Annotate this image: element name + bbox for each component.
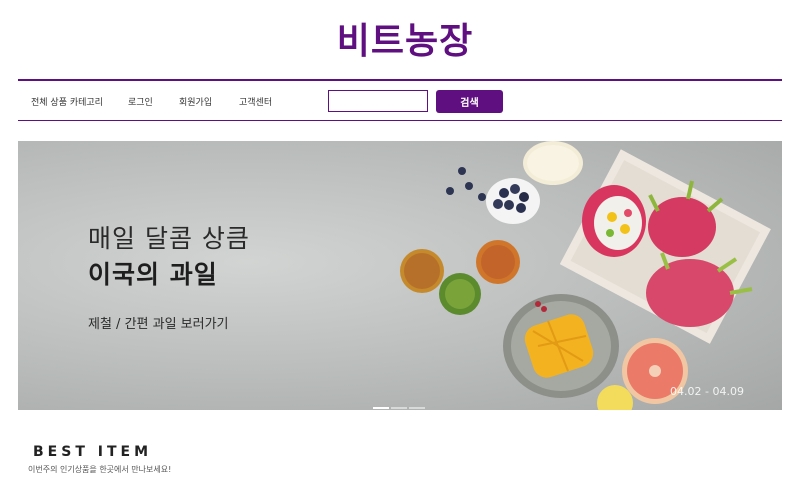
top-nav: 전체 상품 카테고리 로그인 회원가입 고객센터 검색	[18, 79, 782, 121]
banner-date-range: 04.02 - 04.09	[670, 385, 744, 398]
best-item-title: BEST ITEM	[33, 444, 152, 460]
banner-headline-2: 이국의 과일	[88, 260, 218, 289]
nav-signup[interactable]: 회원가입	[179, 95, 212, 108]
slide-dot-1[interactable]	[373, 407, 389, 409]
banner-cta-link[interactable]: 제철 / 간편 과일 보러가기	[88, 313, 229, 332]
slide-indicators	[373, 394, 427, 410]
nav-customer-center[interactable]: 고객센터	[239, 95, 272, 108]
nav-all-categories[interactable]: 전체 상품 카테고리	[31, 95, 103, 108]
search-button[interactable]: 검색	[436, 90, 503, 113]
site-logo[interactable]: 비트농장	[0, 12, 810, 64]
slide-dot-3[interactable]	[409, 407, 425, 409]
nav-login[interactable]: 로그인	[128, 95, 153, 108]
slide-dot-2[interactable]	[391, 407, 407, 409]
search-input[interactable]	[328, 90, 428, 112]
banner-headline-1: 매일 달콤 상큼	[88, 224, 250, 253]
hero-banner[interactable]: 매일 달콤 상큼 이국의 과일 제철 / 간편 과일 보러가기 04.02 - …	[18, 141, 782, 410]
best-item-subtitle: 이번주의 인기상품을 한곳에서 만나보세요!	[28, 465, 172, 474]
